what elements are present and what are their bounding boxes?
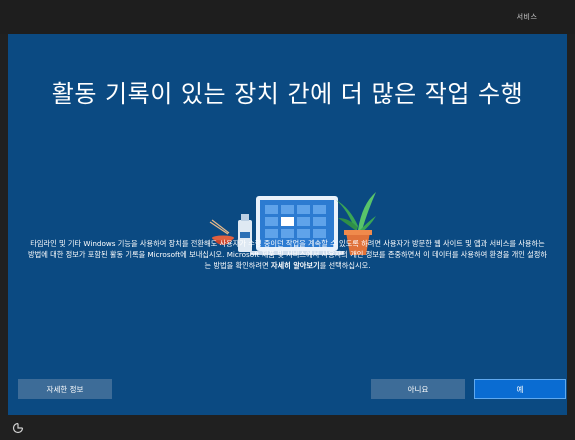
learn-more-link: 자세히 알아보기 xyxy=(270,261,320,270)
top-bar: 서비스 xyxy=(0,0,575,35)
no-button[interactable]: 아니요 xyxy=(371,379,465,399)
yes-button[interactable]: 예 xyxy=(474,379,566,399)
page-title: 활동 기록이 있는 장치 간에 더 많은 작업 수행 xyxy=(51,80,524,108)
more-info-button[interactable]: 자세한 정보 xyxy=(18,379,112,399)
bottom-bar xyxy=(0,415,575,440)
accessibility-icon[interactable] xyxy=(12,422,24,434)
oobe-window: 서비스 활동 기록이 있는 장치 간에 더 많은 작업 수행 타임라인 및 기타… xyxy=(0,0,575,440)
description-text: 타임라인 및 기타 Windows 기능을 사용하여 장치를 전환해도 사용자가… xyxy=(26,238,549,271)
setup-panel: 활동 기록이 있는 장치 간에 더 많은 작업 수행 타임라인 및 기타 Win… xyxy=(8,34,567,415)
tab-services: 서비스 xyxy=(487,0,567,35)
description-part2: 를 선택하십시오. xyxy=(319,261,371,270)
